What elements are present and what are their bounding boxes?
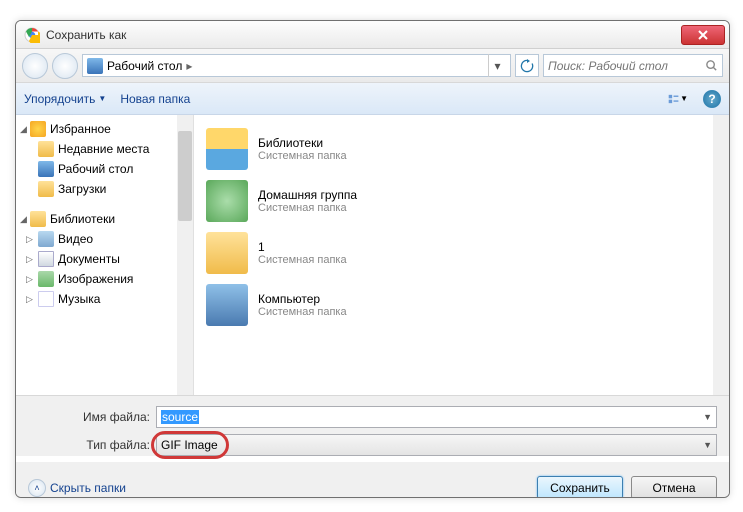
toolbar: Упорядочить▼ Новая папка ▼ ?: [16, 83, 729, 115]
content-pane[interactable]: Библиотеки Системная папка Домашняя груп…: [194, 115, 729, 395]
close-button[interactable]: [681, 25, 725, 45]
tree-favorites[interactable]: ◢ Избранное: [16, 119, 193, 139]
tree-libraries[interactable]: ◢ Библиотеки: [16, 209, 193, 229]
downloads-icon: [38, 181, 54, 197]
tree-music[interactable]: ▷ Музыка: [16, 289, 193, 309]
libraries-icon: [30, 211, 46, 227]
libraries-icon: [206, 128, 248, 170]
help-button[interactable]: ?: [703, 90, 721, 108]
item-libraries[interactable]: Библиотеки Системная папка: [198, 123, 725, 175]
desktop-icon: [87, 58, 103, 74]
star-icon: [30, 121, 46, 137]
collapse-icon[interactable]: ◢: [20, 124, 30, 135]
expand-icon[interactable]: ▷: [26, 234, 38, 245]
search-input[interactable]: [548, 59, 705, 73]
item-homegroup[interactable]: Домашняя группа Системная папка: [198, 175, 725, 227]
refresh-button[interactable]: [515, 54, 539, 77]
save-as-dialog: Сохранить как Рабочий стол ▸ ▾ Упорядочи…: [15, 20, 730, 498]
item-computer[interactable]: Компьютер Системная папка: [198, 279, 725, 331]
chevron-down-icon[interactable]: ▼: [703, 440, 712, 450]
filename-label: Имя файла:: [28, 410, 156, 424]
picture-icon: [38, 271, 54, 287]
titlebar[interactable]: Сохранить как: [16, 21, 729, 49]
chrome-icon: [24, 27, 40, 43]
tree-recent-places[interactable]: Недавние места: [16, 139, 193, 159]
back-button[interactable]: [22, 53, 48, 79]
homegroup-icon: [206, 180, 248, 222]
breadcrumb-location: Рабочий стол: [107, 59, 182, 73]
new-folder-button[interactable]: Новая папка: [120, 92, 190, 106]
nav-bar: Рабочий стол ▸ ▾: [16, 49, 729, 83]
filename-input[interactable]: source ▼: [156, 406, 717, 428]
tree-pictures[interactable]: ▷ Изображения: [16, 269, 193, 289]
tree-desktop[interactable]: Рабочий стол: [16, 159, 193, 179]
search-icon: [705, 59, 718, 73]
cancel-button[interactable]: Отмена: [631, 476, 717, 498]
filetype-label: Тип файла:: [28, 438, 156, 452]
save-button[interactable]: Сохранить: [537, 476, 623, 498]
chevron-up-icon: ˄: [28, 479, 46, 497]
filetype-combo[interactable]: GIF Image ▼: [156, 434, 717, 456]
recent-icon: [38, 141, 54, 157]
filename-value: source: [161, 410, 199, 424]
video-icon: [38, 231, 54, 247]
filetype-value: GIF Image: [161, 438, 218, 452]
expand-icon[interactable]: ▷: [26, 294, 38, 305]
music-icon: [38, 291, 54, 307]
view-button[interactable]: ▼: [667, 88, 689, 110]
chevron-down-icon[interactable]: ▼: [703, 412, 712, 422]
item-user[interactable]: 1 Системная папка: [198, 227, 725, 279]
tree-videos[interactable]: ▷ Видео: [16, 229, 193, 249]
expand-icon[interactable]: ▷: [26, 254, 38, 265]
chevron-right-icon: ▸: [186, 59, 192, 73]
breadcrumb-dropdown[interactable]: ▾: [488, 54, 506, 77]
window-title: Сохранить как: [46, 28, 681, 42]
breadcrumb[interactable]: Рабочий стол ▸ ▾: [82, 54, 511, 77]
body-area: ◢ Избранное Недавние места Рабочий стол …: [16, 115, 729, 395]
search-box[interactable]: [543, 54, 723, 77]
desktop-icon: [38, 161, 54, 177]
content-scrollbar[interactable]: [713, 115, 729, 395]
forward-button[interactable]: [52, 53, 78, 79]
organize-button[interactable]: Упорядочить▼: [24, 92, 106, 106]
tree-documents[interactable]: ▷ Документы: [16, 249, 193, 269]
nav-scrollbar[interactable]: [177, 115, 193, 395]
tree-downloads[interactable]: Загрузки: [16, 179, 193, 199]
user-folder-icon: [206, 232, 248, 274]
bottom-panel: Имя файла: source ▼ Тип файла: GIF Image…: [16, 395, 729, 456]
computer-icon: [206, 284, 248, 326]
action-row: ˄ Скрыть папки Сохранить Отмена: [16, 462, 729, 498]
hide-folders-button[interactable]: ˄ Скрыть папки: [28, 479, 126, 497]
document-icon: [38, 251, 54, 267]
navigation-pane: ◢ Избранное Недавние места Рабочий стол …: [16, 115, 194, 395]
expand-icon[interactable]: ▷: [26, 274, 38, 285]
collapse-icon[interactable]: ◢: [20, 214, 30, 225]
